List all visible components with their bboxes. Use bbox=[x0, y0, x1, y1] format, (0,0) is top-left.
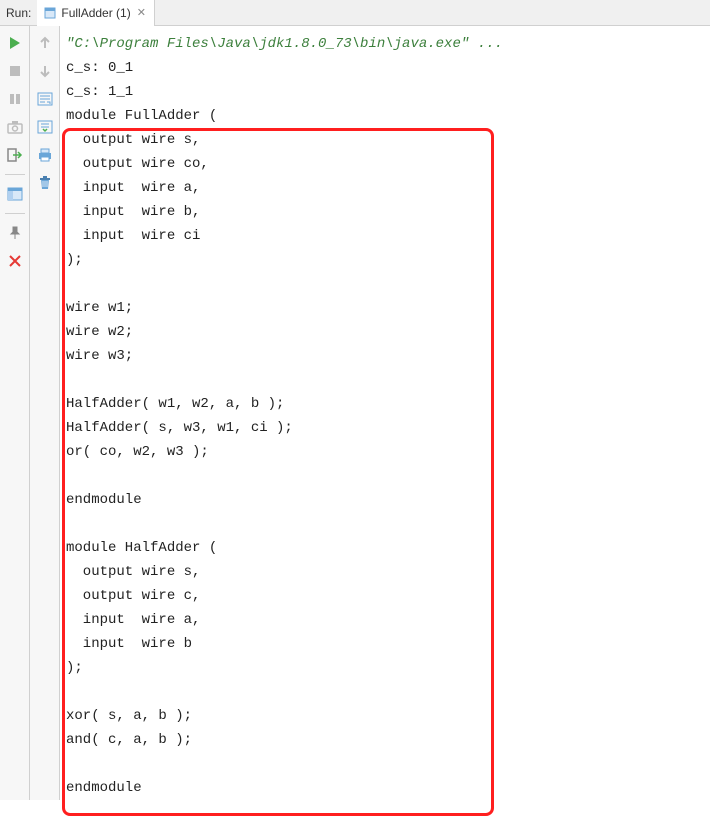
close-icon[interactable]: ✕ bbox=[135, 6, 148, 19]
camera-button[interactable] bbox=[4, 116, 26, 138]
separator bbox=[5, 174, 25, 175]
run-tab[interactable]: FullAdder (1) ✕ bbox=[37, 0, 155, 26]
code-line: output wire c, bbox=[66, 584, 710, 608]
run-header: Run: FullAdder (1) ✕ bbox=[0, 0, 710, 26]
toolbar-output bbox=[30, 26, 60, 800]
layout-button[interactable] bbox=[4, 183, 26, 205]
code-line: input wire ci bbox=[66, 224, 710, 248]
code-line: wire w2; bbox=[66, 320, 710, 344]
code-line: or( co, w2, w3 ); bbox=[66, 440, 710, 464]
code-line: module FullAdder ( bbox=[66, 104, 710, 128]
wrap-button[interactable] bbox=[34, 88, 56, 110]
code-line: HalfAdder( s, w3, w1, ci ); bbox=[66, 416, 710, 440]
run-label: Run: bbox=[0, 6, 37, 20]
close-panel-button[interactable] bbox=[4, 250, 26, 272]
code-line bbox=[66, 368, 710, 392]
code-line: and( c, a, b ); bbox=[66, 728, 710, 752]
code-line: wire w1; bbox=[66, 296, 710, 320]
stop-button[interactable] bbox=[4, 60, 26, 82]
code-line: wire w3; bbox=[66, 344, 710, 368]
arrow-down-button[interactable] bbox=[34, 60, 56, 82]
toolbar-left bbox=[0, 26, 30, 800]
code-line: input wire a, bbox=[66, 608, 710, 632]
code-line: input wire b bbox=[66, 632, 710, 656]
code-line: ); bbox=[66, 248, 710, 272]
code-line: output wire co, bbox=[66, 152, 710, 176]
pause-button[interactable] bbox=[4, 88, 26, 110]
code-line bbox=[66, 512, 710, 536]
code-line: output wire s, bbox=[66, 128, 710, 152]
separator bbox=[5, 213, 25, 214]
exit-button[interactable] bbox=[4, 144, 26, 166]
code-line: HalfAdder( w1, w2, a, b ); bbox=[66, 392, 710, 416]
code-line bbox=[66, 752, 710, 776]
output-line: c_s: 0_1 bbox=[66, 56, 710, 80]
trash-button[interactable] bbox=[34, 172, 56, 194]
output-line: c_s: 1_1 bbox=[66, 80, 710, 104]
code-line: module HalfAdder ( bbox=[66, 536, 710, 560]
scroll-end-button[interactable] bbox=[34, 116, 56, 138]
run-button[interactable] bbox=[4, 32, 26, 54]
code-line bbox=[66, 680, 710, 704]
code-line bbox=[66, 464, 710, 488]
code-line: output wire s, bbox=[66, 560, 710, 584]
file-icon bbox=[43, 6, 57, 20]
command-line: "C:\Program Files\Java\jdk1.8.0_73\bin\j… bbox=[66, 32, 710, 56]
code-line: endmodule bbox=[66, 488, 710, 512]
print-button[interactable] bbox=[34, 144, 56, 166]
code-line: endmodule bbox=[66, 776, 710, 800]
code-line: input wire a, bbox=[66, 176, 710, 200]
code-line: ); bbox=[66, 656, 710, 680]
code-line: input wire b, bbox=[66, 200, 710, 224]
console-output[interactable]: "C:\Program Files\Java\jdk1.8.0_73\bin\j… bbox=[60, 26, 710, 800]
arrow-up-button[interactable] bbox=[34, 32, 56, 54]
tab-label: FullAdder (1) bbox=[61, 6, 130, 20]
pin-button[interactable] bbox=[4, 222, 26, 244]
code-line: xor( s, a, b ); bbox=[66, 704, 710, 728]
code-line bbox=[66, 272, 710, 296]
